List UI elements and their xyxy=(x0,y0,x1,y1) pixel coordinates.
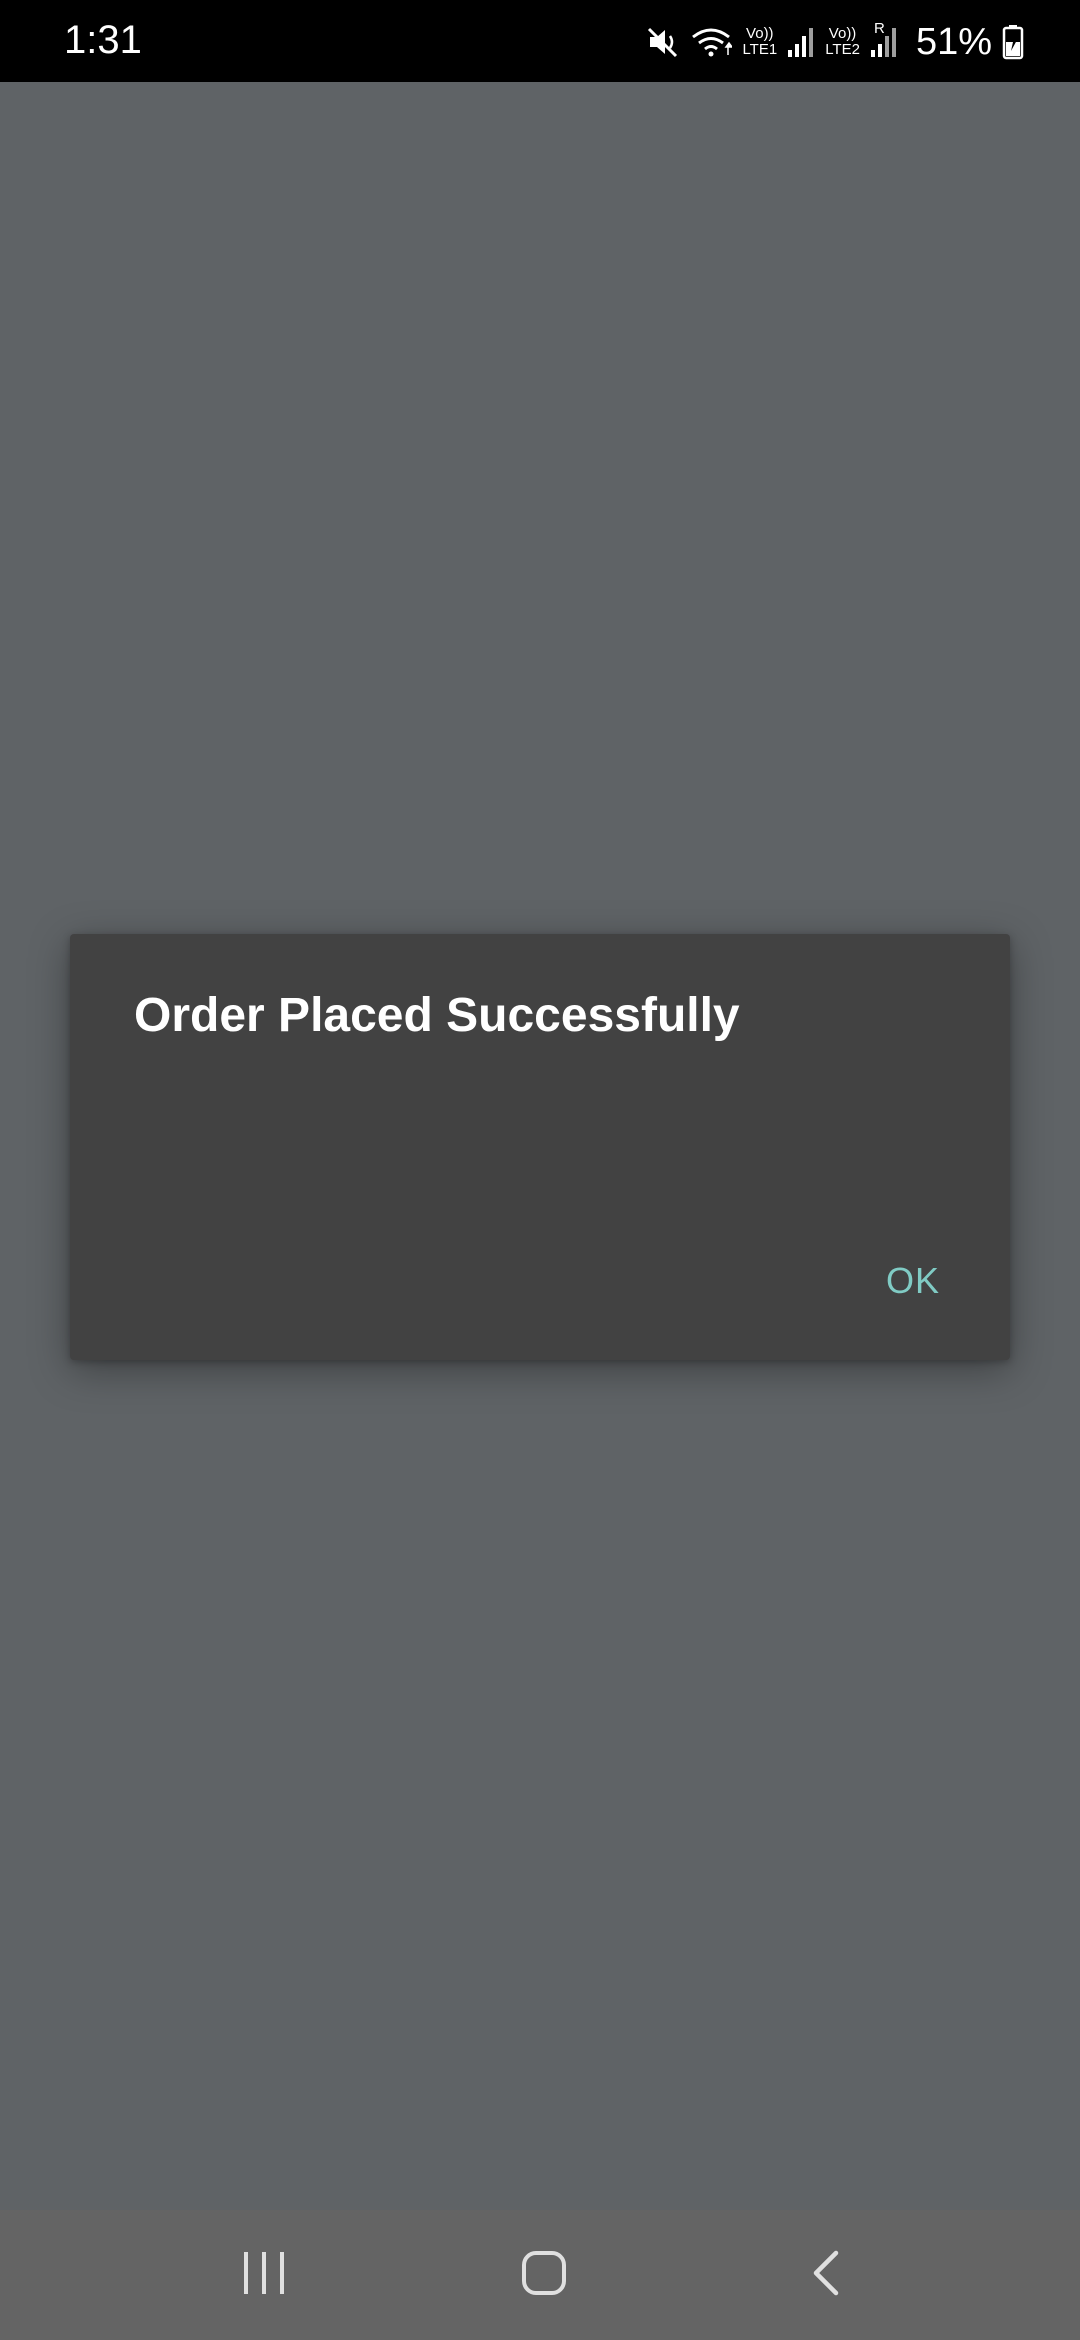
mute-icon xyxy=(646,25,680,59)
roaming-indicator: R xyxy=(873,20,885,37)
sim2-lte-label: LTE2 xyxy=(825,41,860,58)
battery-percent: 51% xyxy=(915,20,992,63)
back-icon xyxy=(806,2249,846,2302)
battery-charging-icon xyxy=(1002,24,1024,60)
recent-apps-button[interactable] xyxy=(184,2210,344,2340)
dialog-title: Order Placed Successfully xyxy=(134,989,740,1042)
signal-icon: R xyxy=(870,20,898,58)
status-time: 1:31 xyxy=(64,18,142,62)
back-button[interactable] xyxy=(746,2210,906,2340)
sim1-label: Vo)) LTE1 xyxy=(742,26,777,58)
recent-apps-icon xyxy=(241,2250,287,2301)
sim2-volte-label: Vo)) xyxy=(828,25,857,42)
signal-icon xyxy=(787,26,815,58)
home-button[interactable] xyxy=(464,2210,624,2340)
sim1-lte-label: LTE1 xyxy=(742,41,778,58)
order-success-dialog: Order Placed Successfully OK xyxy=(70,934,1010,1360)
screen: 1:31 Vo)) LTE1 Vo)) LTE2 R 51% Order Pla… xyxy=(0,0,1080,2340)
ok-button[interactable]: OK xyxy=(882,1252,944,1310)
navigation-bar xyxy=(0,2210,1080,2340)
sim2-label: Vo)) LTE2 xyxy=(825,26,860,58)
sim1-volte-label: Vo)) xyxy=(746,25,774,42)
wifi-icon xyxy=(690,25,733,59)
status-bar: 1:31 Vo)) LTE1 Vo)) LTE2 R 51% xyxy=(0,0,1080,82)
status-icons: Vo)) LTE1 Vo)) LTE2 R 51% xyxy=(646,14,1024,70)
home-icon xyxy=(520,2249,568,2302)
